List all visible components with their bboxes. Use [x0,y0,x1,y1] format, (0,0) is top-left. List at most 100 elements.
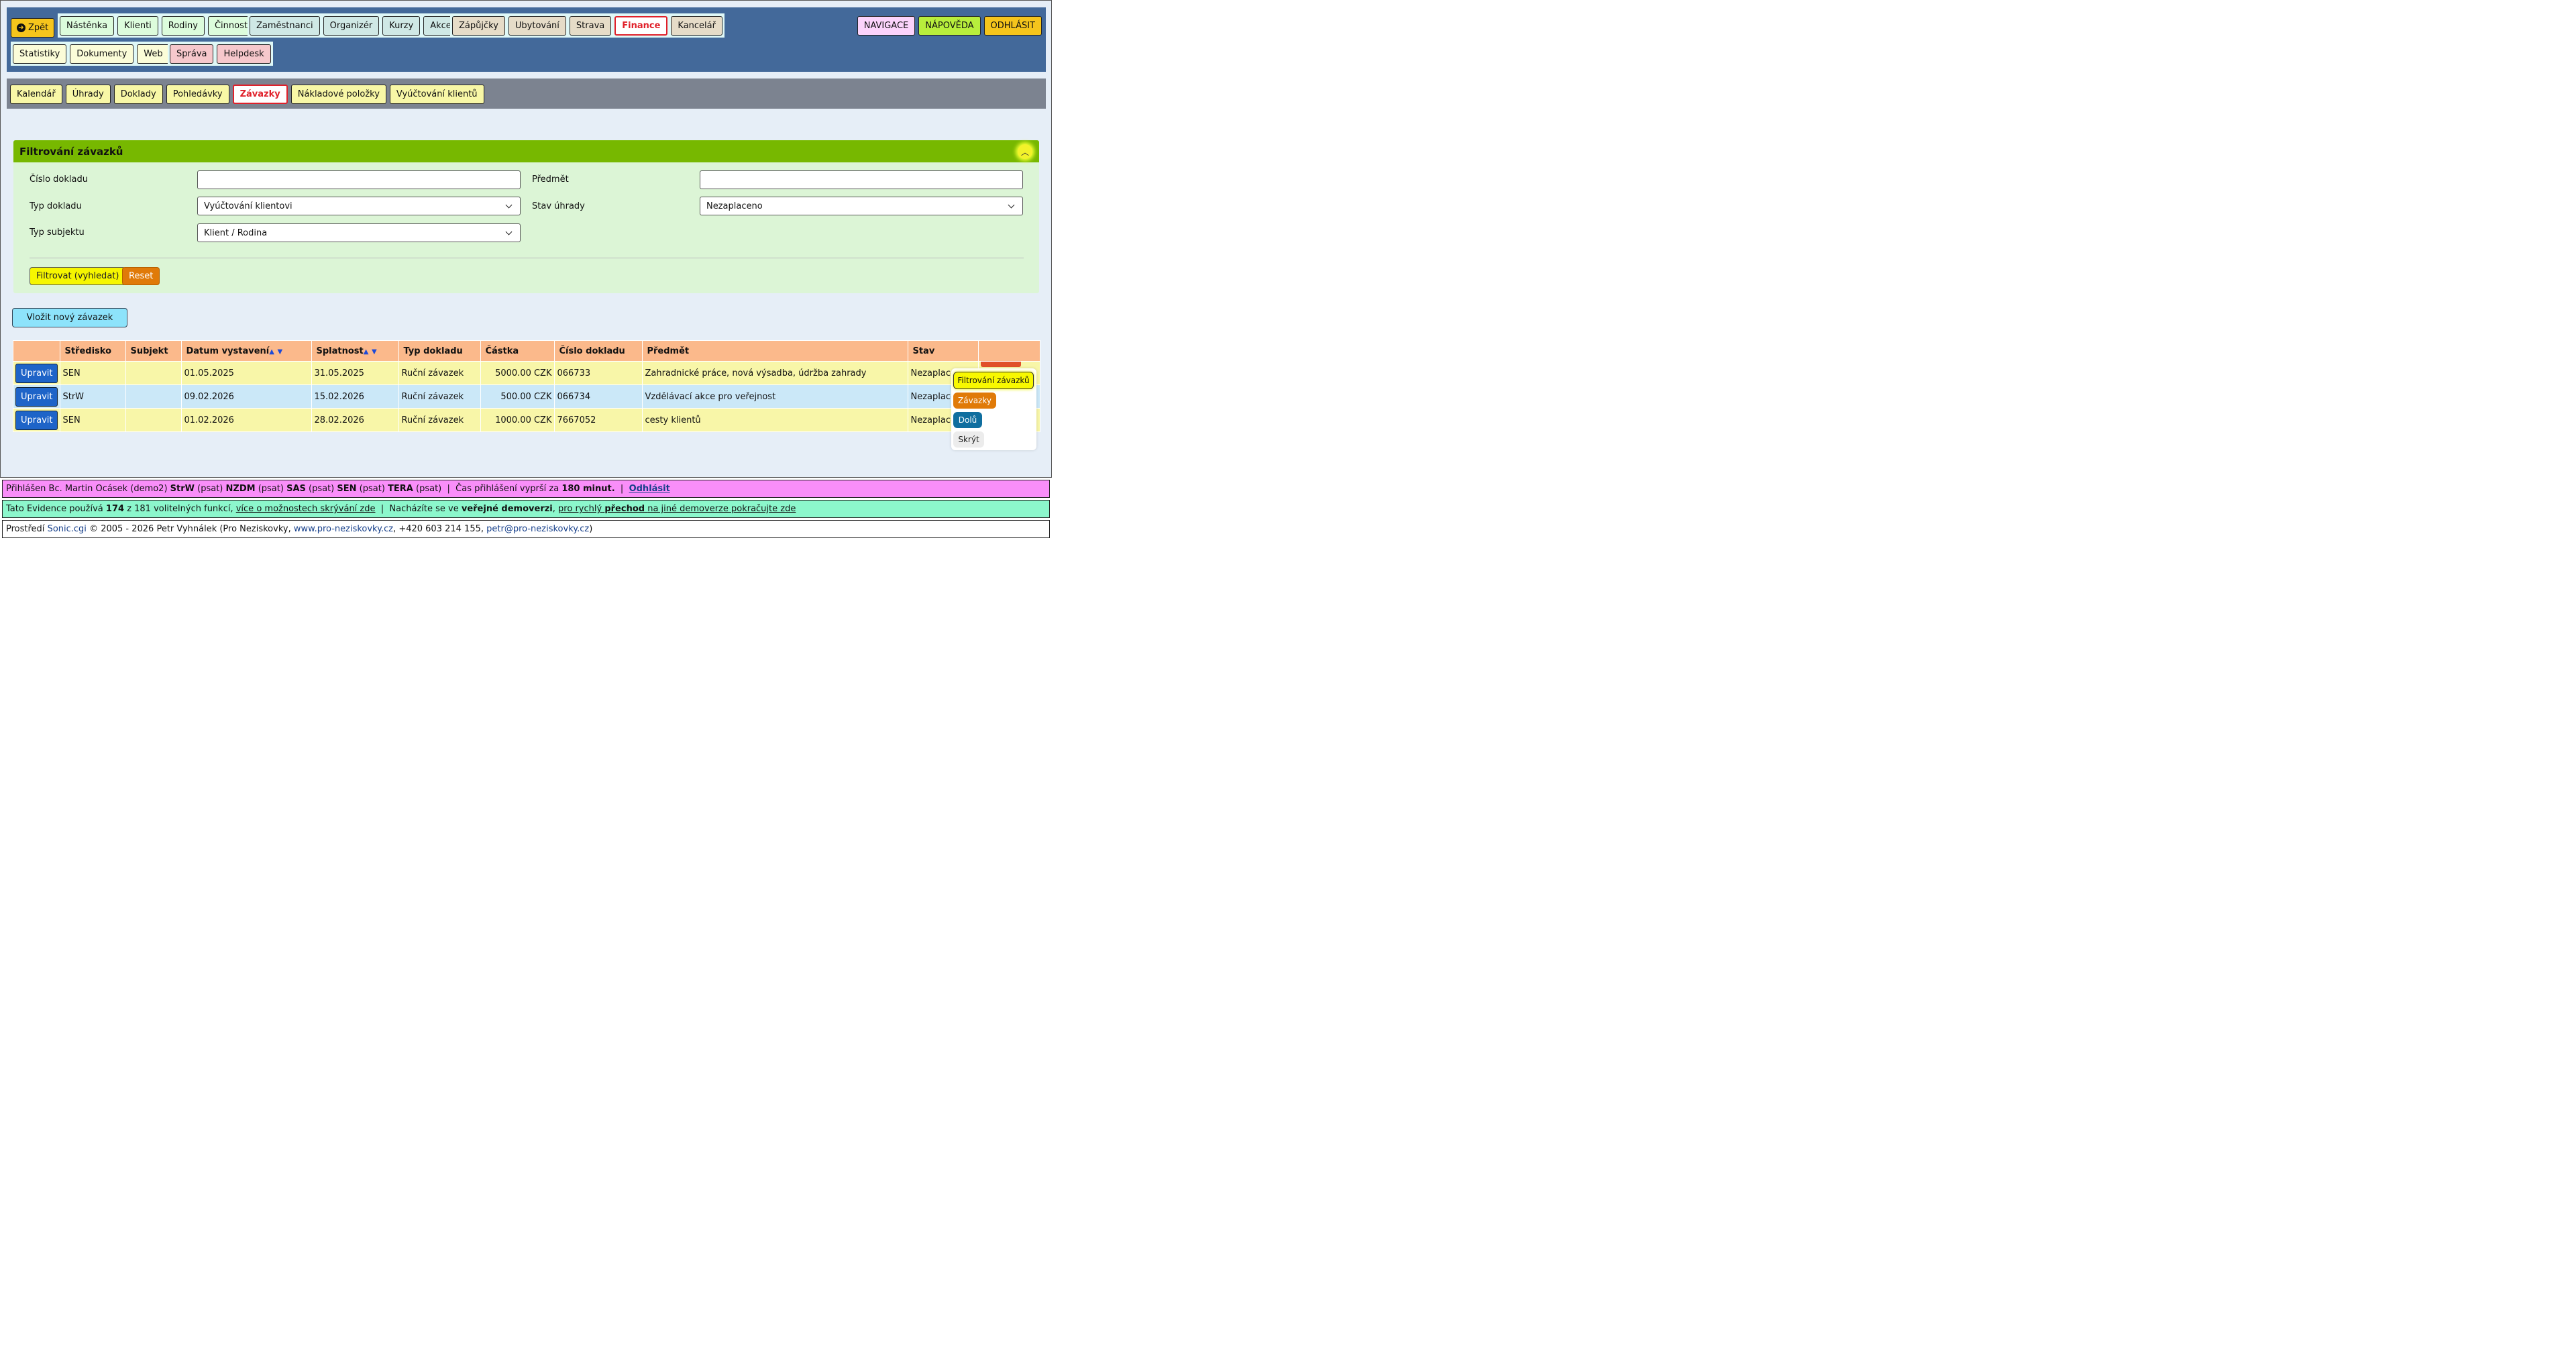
nav-helpdesk[interactable]: Helpdesk [217,44,271,64]
issued-cell: 01.02.2026 [181,408,313,432]
filter-search-button[interactable]: Filtrovat (vyhledat) [30,267,126,285]
edit-button[interactable]: Upravit [15,386,58,407]
copyright-prefix: Prostředí [6,524,45,534]
sonic-link[interactable]: Sonic.cgi [48,524,87,534]
subnav-receivables[interactable]: Pohledávky [166,84,229,104]
shortcut-liabilities-button[interactable]: Závazky [953,393,996,409]
sort-asc-icon[interactable]: ▲ [269,348,274,356]
login-perm: (psat) [197,484,223,494]
subnav-liabilities[interactable]: Závazky [232,84,288,104]
nav-employees[interactable]: Zaměstnanci [250,15,320,36]
subject-cell [125,361,182,385]
copyright-bar: Prostředí Sonic.cgi © 2005 - 2026 Petr V… [2,520,1050,538]
nav-courses[interactable]: Kurzy [382,15,421,36]
login-info-bar: Přihlášen Bc. Martin Ocásek (demo2) StrW… [2,480,1050,498]
copyright-end: ) [589,524,593,534]
nav-loans[interactable]: Zápůjčky [452,15,505,36]
nav-clients[interactable]: Klienti [117,15,158,36]
subnav-calendar[interactable]: Kalendář [10,84,62,104]
features-info-bar: Tato Evidence používá 174 z 181 voliteln… [2,500,1050,518]
subnav-documents[interactable]: Doklady [113,84,163,104]
chevron-up-icon[interactable]: ︿ [1018,144,1032,159]
payment-state-select[interactable]: Nezaplaceno [700,197,1023,215]
website-link[interactable]: www.pro-neziskovky.cz [294,524,393,534]
insert-liability-button[interactable]: Vložit nový závazek [12,308,127,327]
doc-type-cell: Ruční závazek [398,361,482,385]
login-perm: (psat) [359,484,385,494]
reset-button[interactable]: Reset [122,267,160,285]
nav-statistics[interactable]: Statistiky [13,44,67,64]
header-amount[interactable]: Částka [480,340,555,362]
due-cell: 28.02.2026 [311,408,400,432]
separator: | [447,484,450,494]
switch-demo-link[interactable]: pro rychlý přechod na jiné demoverze pok… [558,504,796,514]
header-center[interactable]: Středisko [60,340,127,362]
nav-dashboard[interactable]: Nástěnka [60,15,115,36]
nav-documents[interactable]: Dokumenty [70,44,134,64]
nav-office[interactable]: Kancelář [671,15,722,36]
subnav-client-billing[interactable]: Vyúčtování klientů [389,84,484,104]
help-button[interactable]: NÁPOVĚDA [918,15,981,36]
amount-cell: 500.00 CZK [480,384,555,409]
header-subject[interactable]: Subjekt [125,340,182,362]
switch-demo-link-part: pro rychlý [558,504,602,514]
header-due[interactable]: Splatnost▲ ▼ [311,340,400,362]
subnav-cost-items[interactable]: Nákladové položky [290,84,386,104]
nav-accommodation[interactable]: Ubytování [508,15,566,36]
hiding-options-link[interactable]: více o možnostech skrývání zde [236,504,376,514]
features-total: z 181 volitelných funkcí, [127,504,233,514]
login-user: Přihlášen Bc. Martin Ocásek (demo2) [6,484,168,494]
item-cell: Zahradnické práce, nová výsadba, údržba … [642,361,909,385]
subnav-payments[interactable]: Úhrady [65,84,111,104]
separator: | [380,504,384,514]
nav-organizer[interactable]: Organizér [323,15,380,36]
subject-cell [125,408,182,432]
email-link[interactable]: petr@pro-neziskovky.cz [486,524,589,534]
logout-link[interactable]: Odhlásit [629,484,670,494]
nav-group-admin: Správa Helpdesk [168,42,273,66]
nav-web[interactable]: Web [137,44,170,64]
doc-number-cell: 066734 [554,384,643,409]
doc-number-cell: 7667052 [554,408,643,432]
header-item[interactable]: Předmět [642,340,909,362]
floating-shortcuts-panel: Filtrování závazků Závazky Dolů Skrýt [951,368,1036,450]
subnav-items: Kalendář Úhrady Doklady Pohledávky Závaz… [10,82,484,106]
shortcut-down-button[interactable]: Dolů [953,412,982,428]
nav-administration[interactable]: Správa [170,44,214,64]
doc-type-select[interactable]: Vyúčtování klientovi [197,197,521,215]
nav-meals[interactable]: Strava [569,15,612,36]
filter-panel-header[interactable]: Filtrování závazků ︿ [13,140,1039,162]
features-count: 174 [105,504,125,514]
comma: , [552,504,555,514]
header-doc-number[interactable]: Číslo dokladu [554,340,643,362]
edit-button[interactable]: Upravit [15,363,58,383]
item-cell: cesty klientů [642,408,909,432]
issued-cell: 09.02.2026 [181,384,313,409]
sort-asc-icon[interactable]: ▲ [364,348,369,356]
header-issued[interactable]: Datum vystavení▲ ▼ [181,340,313,362]
subject-type-label: Typ subjektu [30,227,85,238]
amount-cell: 5000.00 CZK [480,361,555,385]
doc-number-input[interactable] [197,170,521,189]
center-cell: StrW [60,384,127,409]
nav-families[interactable]: Rodiny [161,15,205,36]
subject-input[interactable] [700,170,1023,189]
delete-button[interactable] [981,362,1022,367]
subject-type-select[interactable]: Klient / Rodina [197,223,521,242]
edit-button[interactable]: Upravit [15,410,58,430]
doc-type-label: Typ dokladu [30,201,82,211]
shortcut-hide-button[interactable]: Skrýt [953,431,984,448]
doc-type-cell: Ruční závazek [398,408,482,432]
header-doc-type[interactable]: Typ dokladu [398,340,482,362]
header-state[interactable]: Stav [908,340,979,362]
logout-button[interactable]: ODHLÁSIT [983,15,1042,36]
nav-finance[interactable]: Finance [614,15,668,36]
sort-desc-icon[interactable]: ▼ [372,348,377,356]
shortcut-filter-button[interactable]: Filtrování závazků [953,372,1034,389]
sort-desc-icon[interactable]: ▼ [278,348,283,356]
timeout-label: Čas přihlášení vyprší za [455,484,559,494]
navigation-button[interactable]: NAVIGACE [857,15,916,36]
nav-group-staff: Zaměstnanci Organizér Kurzy Akce [248,13,460,38]
phone-text: , +420 603 214 155, [393,524,484,534]
back-button[interactable]: ➜ Zpět [11,17,55,38]
